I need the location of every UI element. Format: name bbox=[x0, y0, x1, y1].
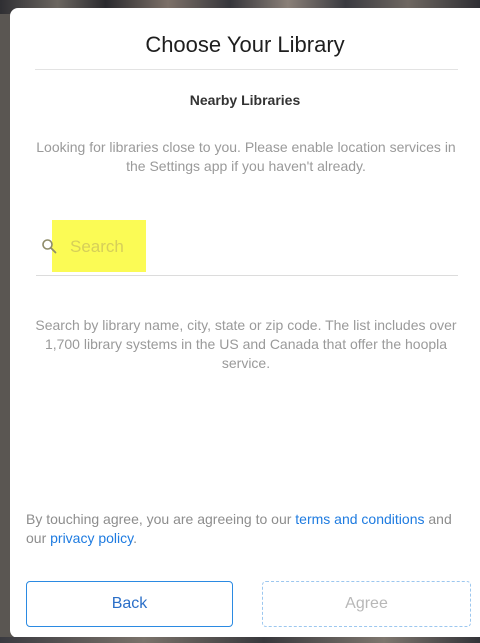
privacy-link[interactable]: privacy policy bbox=[50, 530, 133, 546]
dialog-title: Choose Your Library bbox=[145, 32, 345, 57]
location-services-note: Looking for libraries close to you. Plea… bbox=[36, 139, 456, 174]
agree-button[interactable]: Agree bbox=[262, 581, 471, 627]
terms-link[interactable]: terms and conditions bbox=[295, 511, 424, 527]
search-input[interactable] bbox=[70, 235, 450, 259]
background-photo-strip-bottom bbox=[0, 637, 480, 643]
nearby-libraries-heading: Nearby Libraries bbox=[189, 92, 301, 108]
choose-library-dialog: Choose Your Library Nearby Libraries Loo… bbox=[10, 8, 480, 638]
search-field[interactable] bbox=[36, 220, 458, 276]
agreement-text: By touching agree, you are agreeing to o… bbox=[26, 510, 466, 548]
search-help-text: Search by library name, city, state or z… bbox=[35, 317, 457, 371]
agreement-suffix: . bbox=[133, 530, 138, 546]
back-button[interactable]: Back bbox=[26, 581, 233, 627]
title-divider bbox=[35, 69, 458, 70]
agreement-prefix: By touching agree, you are agreeing to o… bbox=[26, 511, 296, 527]
search-icon bbox=[41, 238, 57, 254]
